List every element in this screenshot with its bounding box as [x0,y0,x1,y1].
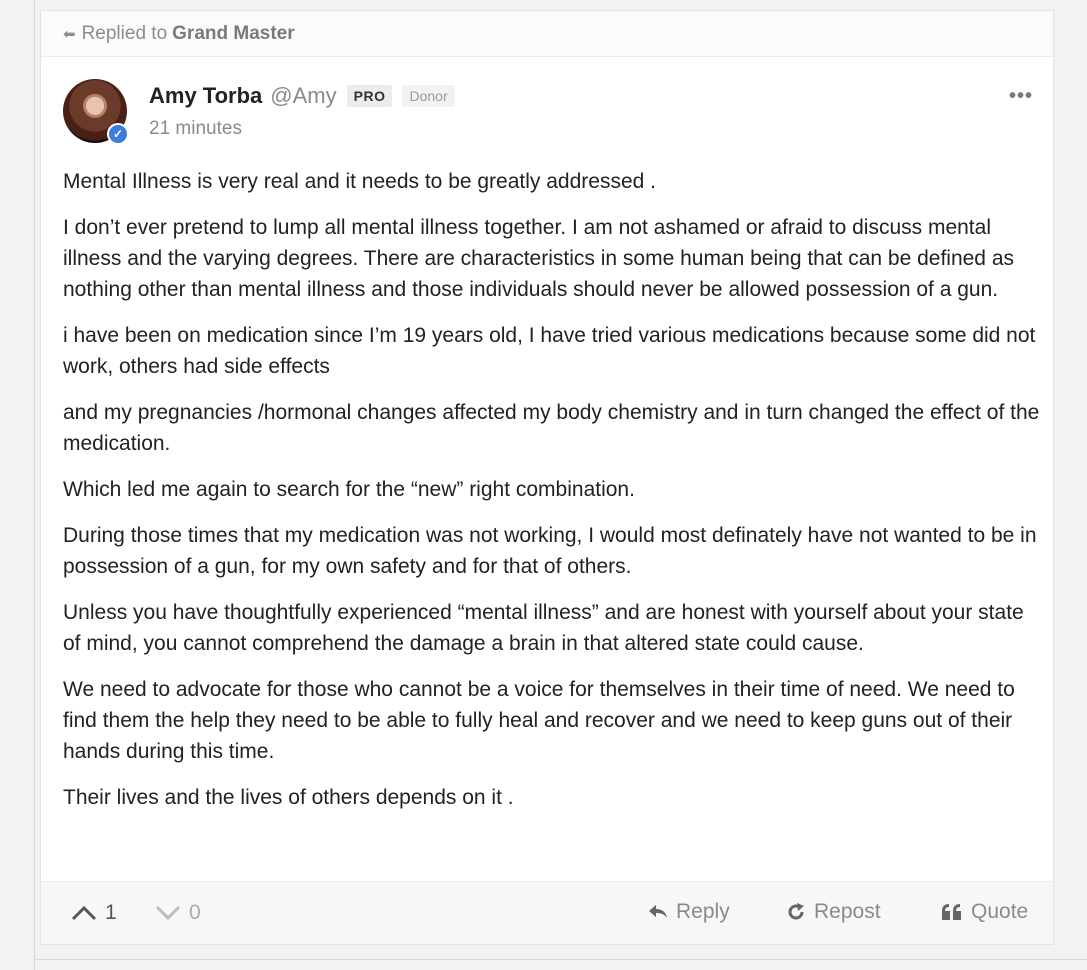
reply-label: Reply [676,900,730,923]
post-paragraph: During those times that my medication wa… [63,524,1037,578]
post-paragraph: and my pregnancies /hormonal changes aff… [63,401,1040,455]
author-name[interactable]: Amy Torba [149,83,262,109]
pro-badge: PRO [346,85,393,107]
replied-to-label: Replied to [81,22,168,44]
reply-arrow-icon: ⬅︎ [63,25,76,43]
reply-button[interactable]: Reply [648,900,730,924]
post-action-bar: 1 0 Reply Repost Quote [41,881,1053,944]
replied-to-bar[interactable]: ⬅︎ Replied to Grand Master [41,11,1053,57]
repost-icon [788,903,804,920]
post-paragraph: i have been on medication since I’m 19 y… [63,324,1036,378]
more-options-icon[interactable]: ••• [1009,85,1033,108]
post-timestamp[interactable]: 21 minutes [149,118,242,140]
donor-badge: Donor [402,85,455,107]
post-body: Mental Illness is very real and it needs… [63,166,1043,828]
quote-label: Quote [971,900,1029,923]
reply-icon [649,905,667,918]
page-edge-bottom [34,959,1087,960]
post-card: ⬅︎ Replied to Grand Master ✓ Amy Torba @… [40,10,1054,945]
repost-label: Repost [814,900,881,923]
post-paragraph: Their lives and the lives of others depe… [63,786,514,809]
upvote-button[interactable]: 1 [71,901,117,925]
upvote-count: 1 [105,901,117,924]
post-paragraph: Mental Illness is very real and it needs… [63,170,656,193]
post-paragraph: I don’t ever pretend to lump all mental … [63,216,1014,301]
post-paragraph: We need to advocate for those who cannot… [63,678,1015,763]
quote-icon [942,904,961,920]
replied-to-user-link[interactable]: Grand Master [172,23,294,45]
author-handle[interactable]: @Amy [270,83,336,109]
avatar[interactable]: ✓ [63,79,129,145]
post-paragraph: Which led me again to search for the “ne… [63,478,635,501]
page-edge-left [34,0,35,970]
downvote-button[interactable]: 0 [155,901,201,925]
chevron-up-icon [71,905,97,921]
repost-button[interactable]: Repost [786,900,881,924]
post-paragraph: Unless you have thoughtfully experienced… [63,601,1024,655]
post-header: Amy Torba @Amy PRO Donor [149,83,465,109]
chevron-down-icon [155,905,181,921]
quote-button[interactable]: Quote [941,900,1028,924]
downvote-count: 0 [189,901,201,924]
verified-check-icon: ✓ [107,123,129,145]
